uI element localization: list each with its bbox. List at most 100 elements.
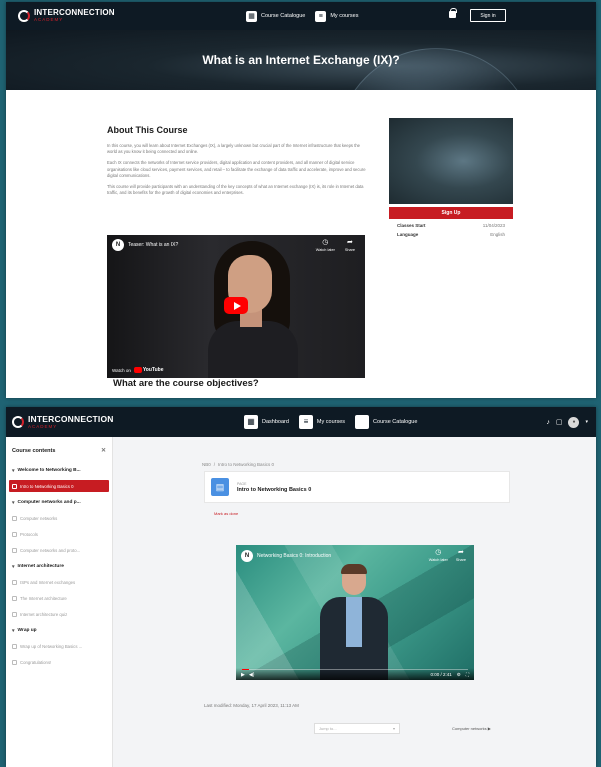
chevron-down-icon: ▾ xyxy=(392,726,395,731)
nav-dashboard[interactable]: ▦ Dashboard xyxy=(244,415,289,429)
chevron-down-icon: ▾ xyxy=(12,467,15,474)
sidebar-section[interactable]: ▾ Internet architecture xyxy=(6,561,112,572)
sign-in-button[interactable]: Sign in xyxy=(470,9,506,22)
nav-my-courses[interactable]: ≡ My courses xyxy=(315,10,359,22)
sidebar-item[interactable]: Computer networks xyxy=(6,512,112,524)
sidebar-section[interactable]: ▾ Wrap up xyxy=(6,625,112,636)
fullscreen-icon[interactable]: ⛶ xyxy=(466,672,469,678)
language-value: English xyxy=(490,232,505,237)
nav-dashboard-label: Dashboard xyxy=(262,419,289,425)
sidebar-item-label: Computer networks xyxy=(20,515,58,521)
sidebar-item[interactable]: The Internet architecture xyxy=(6,592,112,604)
chevron-down-icon: ▾ xyxy=(12,627,15,634)
course-landing-screenshot: INTERCONNECTION ACADEMY ▦ Course Catalog… xyxy=(6,2,596,398)
sidebar-item[interactable]: ISPs and Internet exchanges xyxy=(6,576,112,588)
channel-avatar-icon[interactable]: N xyxy=(112,239,124,251)
video-controls: ▶ ◀) 0:00 / 2:41 ⚙ ⛶ xyxy=(236,668,474,680)
sidebar-item-label: Intro to Networking Basics 0 xyxy=(20,483,74,489)
nav-my-courses[interactable]: ≡ My courses xyxy=(298,415,346,429)
nav-course-catalogue[interactable]: Course Catalogue xyxy=(355,415,417,429)
sidebar-item[interactable]: Wrap up of Networking Basics ... xyxy=(6,640,112,652)
close-icon[interactable]: ✕ xyxy=(101,447,106,454)
jump-to-select[interactable]: Jump to... ▾ xyxy=(314,723,400,734)
clock-icon: ◷ xyxy=(435,549,442,556)
about-section: About This Course In this course, you wi… xyxy=(107,125,371,201)
sidebar-item-label: Computer networks and proto... xyxy=(20,547,81,553)
share-icon: ➦ xyxy=(457,549,464,556)
sidebar-item[interactable]: Intro to Networking Basics 0 xyxy=(9,480,109,492)
next-activity-link[interactable]: Computer networks ▶ xyxy=(452,726,491,731)
breadcrumb-current: Intro to Networking Basics 0 xyxy=(218,462,275,467)
sidebar-item[interactable]: Congratulations! xyxy=(6,656,112,668)
about-paragraph: Each IX connects the networks of Interne… xyxy=(107,160,366,178)
share-icon: ➦ xyxy=(346,239,353,246)
course-thumbnail xyxy=(389,118,513,204)
last-modified-text: Last modified: Monday, 17 April 2023, 11… xyxy=(204,703,299,708)
nav-my-courses-label: My courses xyxy=(330,13,359,19)
checkbox-icon xyxy=(12,531,17,537)
avatar[interactable]: ● xyxy=(568,416,580,428)
bell-icon[interactable]: ♪ xyxy=(546,419,550,426)
video-progress-fill xyxy=(242,669,249,670)
sidebar-item-label: Internet architecture quiz xyxy=(20,611,68,617)
language-row: Language English xyxy=(389,232,513,237)
classes-start-row: Classes Start 11/04/2023 xyxy=(389,223,513,228)
lesson-video-player[interactable]: N Networking Basics 0: Introduction ◷ Wa… xyxy=(236,545,474,680)
sidebar-section-label: Welcome to Networking B... xyxy=(17,468,81,473)
sidebar-item[interactable]: Computer networks and proto... xyxy=(6,544,112,556)
catalogue-icon xyxy=(355,415,370,429)
teaser-video-player[interactable]: N Teaser: What is an IX? ◷ Watch later ➦… xyxy=(107,235,365,378)
video-time: 0:00 / 2:41 xyxy=(430,672,452,677)
checkbox-icon xyxy=(12,547,17,553)
about-paragraph: This course will provide participants wi… xyxy=(107,184,364,196)
nav-course-catalogue-label: Course Catalogue xyxy=(373,419,418,425)
dashboard-icon: ▦ xyxy=(244,415,258,429)
breadcrumb-separator: / xyxy=(213,462,216,467)
share-button[interactable]: ➦ Share xyxy=(345,239,355,252)
breadcrumb: NB0 / Intro to Networking Basics 0 xyxy=(202,462,274,467)
sidebar-section[interactable]: ▾ Computer networks and p... xyxy=(6,497,112,508)
breadcrumb-course[interactable]: NB0 xyxy=(202,462,211,467)
watch-later-button[interactable]: ◷ Watch later xyxy=(429,549,448,562)
play-icon[interactable] xyxy=(224,297,248,314)
settings-icon[interactable]: ⚙ xyxy=(457,672,461,678)
nav-my-courses-label: My courses xyxy=(316,419,346,425)
nav-course-catalogue-label: Course Catalogue xyxy=(261,13,306,19)
volume-icon[interactable]: ◀) xyxy=(249,672,255,678)
share-label: Share xyxy=(344,248,355,252)
language-label: Language xyxy=(397,232,419,237)
site-logo[interactable]: INTERCONNECTION ACADEMY xyxy=(18,9,115,23)
watch-on-youtube-link[interactable]: Watch on YouTube xyxy=(112,367,164,373)
play-icon[interactable]: ▶ xyxy=(241,672,245,678)
sidebar-item[interactable]: Protocols xyxy=(6,528,112,540)
site-logo[interactable]: INTERCONNECTION ACADEMY xyxy=(12,415,114,429)
channel-avatar-icon[interactable]: N xyxy=(241,550,253,562)
sidebar-item[interactable]: Internet architecture quiz xyxy=(6,608,112,620)
course-title: What is an Internet Exchange (IX)? xyxy=(202,53,400,67)
mark-as-done-button[interactable]: Mark as done xyxy=(214,511,238,516)
checkbox-icon xyxy=(12,483,17,489)
share-button[interactable]: ➦ Share xyxy=(456,549,466,562)
chevron-down-icon: ▾ xyxy=(12,563,15,570)
sidebar-section[interactable]: ▾ Welcome to Networking B... xyxy=(6,465,112,476)
watch-later-button[interactable]: ◷ Watch later xyxy=(316,239,335,252)
nav-course-catalogue[interactable]: ▦ Course Catalogue xyxy=(246,10,306,22)
top-navbar: INTERCONNECTION ACADEMY ▦ Dashboard ≡ My… xyxy=(6,407,596,437)
courses-icon: ≡ xyxy=(315,10,327,22)
checkbox-icon xyxy=(12,659,17,665)
checkbox-icon xyxy=(12,643,17,649)
video-title[interactable]: Teaser: What is an IX? xyxy=(128,242,178,248)
sidebar-section-label: Computer networks and p... xyxy=(17,500,81,505)
chat-icon[interactable]: ▢ xyxy=(556,419,563,426)
video-progress-bar[interactable] xyxy=(242,669,468,670)
youtube-label: YouTube xyxy=(142,367,164,373)
classes-start-label: Classes Start xyxy=(397,223,426,228)
sidebar-item-label: Protocols xyxy=(20,531,38,537)
courses-icon: ≡ xyxy=(298,415,313,429)
course-contents-sidebar: Course contents ✕ ▾ Welcome to Networking… xyxy=(6,437,113,767)
video-title[interactable]: Networking Basics 0: Introduction xyxy=(257,553,331,559)
chevron-down-icon[interactable]: ▾ xyxy=(585,419,588,425)
sign-up-button[interactable]: Sign Up xyxy=(389,207,513,219)
logo-text: INTERCONNECTION xyxy=(28,414,114,424)
logo-subtext: ACADEMY xyxy=(34,17,64,23)
